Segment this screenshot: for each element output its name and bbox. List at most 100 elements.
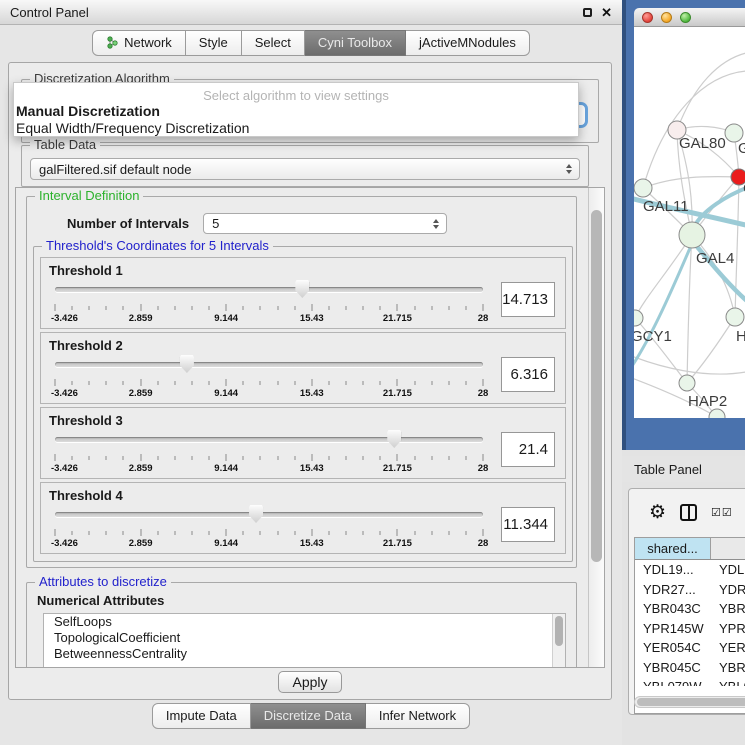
tab-discretize-data[interactable]: Discretize Data <box>251 703 366 729</box>
table-cell[interactable]: YBL079W <box>635 677 711 686</box>
slider-scale-labels: -3.4262.8599.14415.4321.71528 <box>55 463 483 474</box>
interval-definition-title: Interval Definition <box>35 189 143 203</box>
table-row[interactable]: YER054CYER0 <box>635 638 745 658</box>
slider-thumb[interactable] <box>295 280 309 298</box>
slider-scale-labels: -3.4262.8599.14415.4321.71528 <box>55 538 483 549</box>
interval-definition-group: Interval Definition Number of Intervals … <box>26 196 577 568</box>
tab-impute-data[interactable]: Impute Data <box>152 703 251 729</box>
tab-network[interactable]: Network <box>92 30 186 56</box>
attribute-item[interactable]: BetweennessCentrality <box>44 646 565 662</box>
table-cell[interactable]: YDL1 <box>711 560 745 580</box>
table-cell[interactable]: YDR2 <box>711 580 745 600</box>
tab-select[interactable]: Select <box>242 30 305 56</box>
list-scrollbar[interactable] <box>552 614 565 668</box>
node-gal4[interactable] <box>679 222 705 248</box>
column-header-name[interactable]: n <box>711 538 745 559</box>
float-window-icon[interactable] <box>583 8 592 17</box>
table-row[interactable]: YDL19...YDL1 <box>635 560 745 580</box>
control-panel-titlebar: Control Panel ✕ <box>0 0 622 25</box>
algorithm-dropdown-popup: Select algorithm to view settings Manual… <box>13 82 579 137</box>
close-traffic-light-icon[interactable] <box>642 12 653 23</box>
slider-track[interactable] <box>55 512 483 517</box>
numerical-attributes-list[interactable]: SelfLoopsTopologicalCoefficientBetweenne… <box>43 613 566 668</box>
checkbox-icons[interactable]: ☑☑ <box>711 506 733 519</box>
table-row[interactable]: YBR043CYBR0 <box>635 599 745 619</box>
label-gal80: GAL80 <box>679 135 726 152</box>
cyni-toolbox-panel: Discretization Algorithm Select algorith… <box>8 62 612 700</box>
table-cell[interactable]: YDR27... <box>635 580 711 600</box>
number-of-intervals-label: Number of Intervals <box>67 216 189 231</box>
table-cell[interactable]: YPR145W <box>635 619 711 639</box>
table-cell[interactable]: YBL0 <box>711 677 745 686</box>
table-panel-toolbar: ⚙ ☑☑ <box>629 489 745 535</box>
table-row[interactable]: YBL079WYBL0 <box>635 677 745 686</box>
label-gal11: GAL11 <box>643 198 689 215</box>
slider-thumb[interactable] <box>387 430 401 448</box>
tab-style[interactable]: Style <box>186 30 242 56</box>
dropdown-option-manual[interactable]: Manual Discretization <box>14 103 578 120</box>
table-cell[interactable]: YER0 <box>711 638 745 658</box>
threshold-2-value-field[interactable]: 6.316 <box>501 357 555 392</box>
tab-jactivemnodules[interactable]: jActiveMNodules <box>406 30 530 56</box>
dropdown-option-equal-width[interactable]: Equal Width/Frequency Discretization <box>14 120 578 137</box>
slider-thumb[interactable] <box>180 355 194 373</box>
minimize-traffic-light-icon[interactable] <box>661 12 672 23</box>
network-icon <box>106 36 119 49</box>
tab-network-label: Network <box>124 35 172 50</box>
slider-ticks <box>55 379 483 387</box>
table-cell[interactable]: YER054C <box>635 638 711 658</box>
slider-ticks <box>55 529 483 537</box>
dropdown-prompt: Select algorithm to view settings <box>14 83 578 103</box>
node-h[interactable] <box>726 308 744 326</box>
slider-ticks <box>55 304 483 312</box>
attribute-item[interactable]: TopologicalCoefficient <box>44 630 565 646</box>
tab-cyni-toolbox-label: Cyni Toolbox <box>318 35 392 50</box>
network-window-titlebar[interactable] <box>634 8 745 27</box>
label-gal4: GAL4 <box>696 250 734 267</box>
top-tab-bar: Network Style Select Cyni Toolbox jActiv… <box>0 30 622 56</box>
table-cell[interactable]: YBR043C <box>635 599 711 619</box>
table-data-combobox[interactable]: galFiltered.sif default node <box>30 158 580 180</box>
column-header-shared-name[interactable]: shared... <box>635 538 711 559</box>
node-gal11[interactable] <box>634 179 652 197</box>
table-cell[interactable]: YBR0 <box>711 599 745 619</box>
table-row[interactable]: YBR045CYBR0 <box>635 658 745 678</box>
table-cell[interactable]: YBR0 <box>711 658 745 678</box>
columns-icon[interactable] <box>680 504 697 521</box>
attribute-items: SelfLoopsTopologicalCoefficientBetweenne… <box>44 614 565 662</box>
number-of-intervals-combobox[interactable]: 5 <box>203 213 447 234</box>
node-hap2[interactable] <box>679 375 695 391</box>
slider-track[interactable] <box>55 362 483 367</box>
threshold-2-slider[interactable]: -3.4262.8599.14415.4321.71528 <box>53 353 485 401</box>
network-canvas[interactable]: GAL80 GA C GAL11 GAL4 GCY1 H HAP2 <box>634 27 745 418</box>
threshold-1-value-field[interactable]: 14.713 <box>501 282 555 317</box>
table-cell[interactable]: YBR045C <box>635 658 711 678</box>
table-cell[interactable]: YPR1 <box>711 619 745 639</box>
threshold-4-slider[interactable]: -3.4262.8599.14415.4321.71528 <box>53 503 485 551</box>
table-cell[interactable]: YDL19... <box>635 560 711 580</box>
panel-title: Control Panel <box>10 5 89 20</box>
slider-thumb[interactable] <box>249 505 263 523</box>
table-row[interactable]: YPR145WYPR1 <box>635 619 745 639</box>
apply-button[interactable]: Apply <box>278 671 342 693</box>
threshold-3-value-field[interactable]: 21.4 <box>501 432 555 467</box>
tab-cyni-toolbox[interactable]: Cyni Toolbox <box>305 30 406 56</box>
close-icon[interactable]: ✕ <box>601 6 612 19</box>
node-gcy1[interactable] <box>634 310 643 326</box>
settings-scrollbar[interactable] <box>588 188 604 667</box>
table-row[interactable]: YDR27...YDR2 <box>635 580 745 600</box>
threshold-4-value-field[interactable]: 11.344 <box>501 507 555 542</box>
apply-strip: Apply <box>9 668 611 696</box>
gear-icon[interactable]: ⚙ <box>649 503 666 522</box>
threshold-3-slider[interactable]: -3.4262.8599.14415.4321.71528 <box>53 428 485 476</box>
threshold-1-slider[interactable]: -3.4262.8599.14415.4321.71528 <box>53 278 485 326</box>
slider-track[interactable] <box>55 437 483 442</box>
tab-jactivemnodules-label: jActiveMNodules <box>419 35 516 50</box>
numerical-attributes-label: Numerical Attributes <box>37 593 576 608</box>
tab-infer-network[interactable]: Infer Network <box>366 703 470 729</box>
table-horizontal-scrollbar[interactable] <box>634 696 745 708</box>
slider-track[interactable] <box>55 287 483 292</box>
zoom-traffic-light-icon[interactable] <box>680 12 691 23</box>
attribute-item[interactable]: SelfLoops <box>44 614 565 630</box>
table-rows: YDL19...YDL1YDR27...YDR2YBR043CYBR0YPR14… <box>635 560 745 686</box>
